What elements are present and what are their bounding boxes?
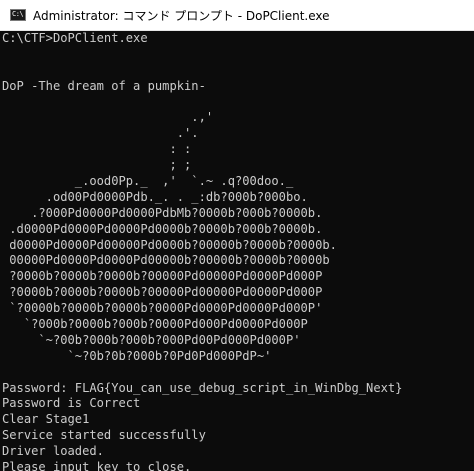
- console-line: ?0000b?0000b?0000b?00000Pd00000Pd0000Pd0…: [2, 285, 323, 300]
- console-line: d0000Pd0000Pd00000Pd0000b?00000b?0000b?0…: [2, 237, 337, 252]
- console-line: Driver loaded.: [2, 444, 104, 459]
- console-line: `?000b?0000b?000b?0000Pd000Pd0000Pd000P: [2, 317, 308, 332]
- console-line: Password: FLAG{You_can_use_debug_script_…: [2, 380, 403, 395]
- console-line: Password is Correct: [2, 396, 141, 411]
- console-line: Clear Stage1: [2, 412, 90, 427]
- console-line: `~?0b?0b?000b?0Pd0Pd000PdP~': [2, 348, 272, 363]
- console-line: .?000Pd0000Pd0000PdbMb?0000b?000b?0000b.: [2, 205, 323, 220]
- console-line: DoP -The dream of a pumpkin-: [2, 78, 206, 93]
- console-line: `~?00b?000b?000b?000Pd00Pd000Pd000P': [2, 332, 301, 347]
- console-output[interactable]: C:\CTF>DoPClient.exe DoP -The dream of a …: [0, 31, 474, 471]
- command-prompt-window: C:\ Administrator: コマンド プロンプト - DoPClien…: [0, 0, 474, 471]
- console-line: .'.: [2, 126, 199, 141]
- title-bar[interactable]: C:\ Administrator: コマンド プロンプト - DoPClien…: [0, 0, 474, 31]
- window-title: Administrator: コマンド プロンプト - DoPClient.ex…: [33, 8, 330, 23]
- console-line: Service started successfully: [2, 428, 206, 443]
- console-line: .od00Pd0000Pdb._. . _:db?000b?000bo.: [2, 189, 308, 204]
- console-line: .,': [2, 110, 214, 125]
- command-prompt-icon: C:\: [10, 9, 26, 21]
- console-line: `?0000b?0000b?0000b?0000Pd0000Pd0000Pd00…: [2, 301, 323, 316]
- console-line: C:\CTF>DoPClient.exe: [2, 31, 148, 45]
- command-prompt-icon-label: C:\: [12, 10, 24, 18]
- console-line: ; ;: [2, 158, 192, 173]
- console-line: : :: [2, 142, 192, 157]
- console-line: 00000Pd0000Pd0000Pd00000b?00000b?0000b?0…: [2, 253, 330, 268]
- console-line: _.ood0Pp._ ,' `.~ .q?00doo._: [2, 174, 294, 189]
- console-line: Please input key to close.: [2, 460, 192, 471]
- console-line: .d0000Pd0000Pd0000Pd0000b?0000b?000b?000…: [2, 221, 323, 236]
- console-line: ?0000b?0000b?0000b?00000Pd00000Pd0000Pd0…: [2, 269, 323, 284]
